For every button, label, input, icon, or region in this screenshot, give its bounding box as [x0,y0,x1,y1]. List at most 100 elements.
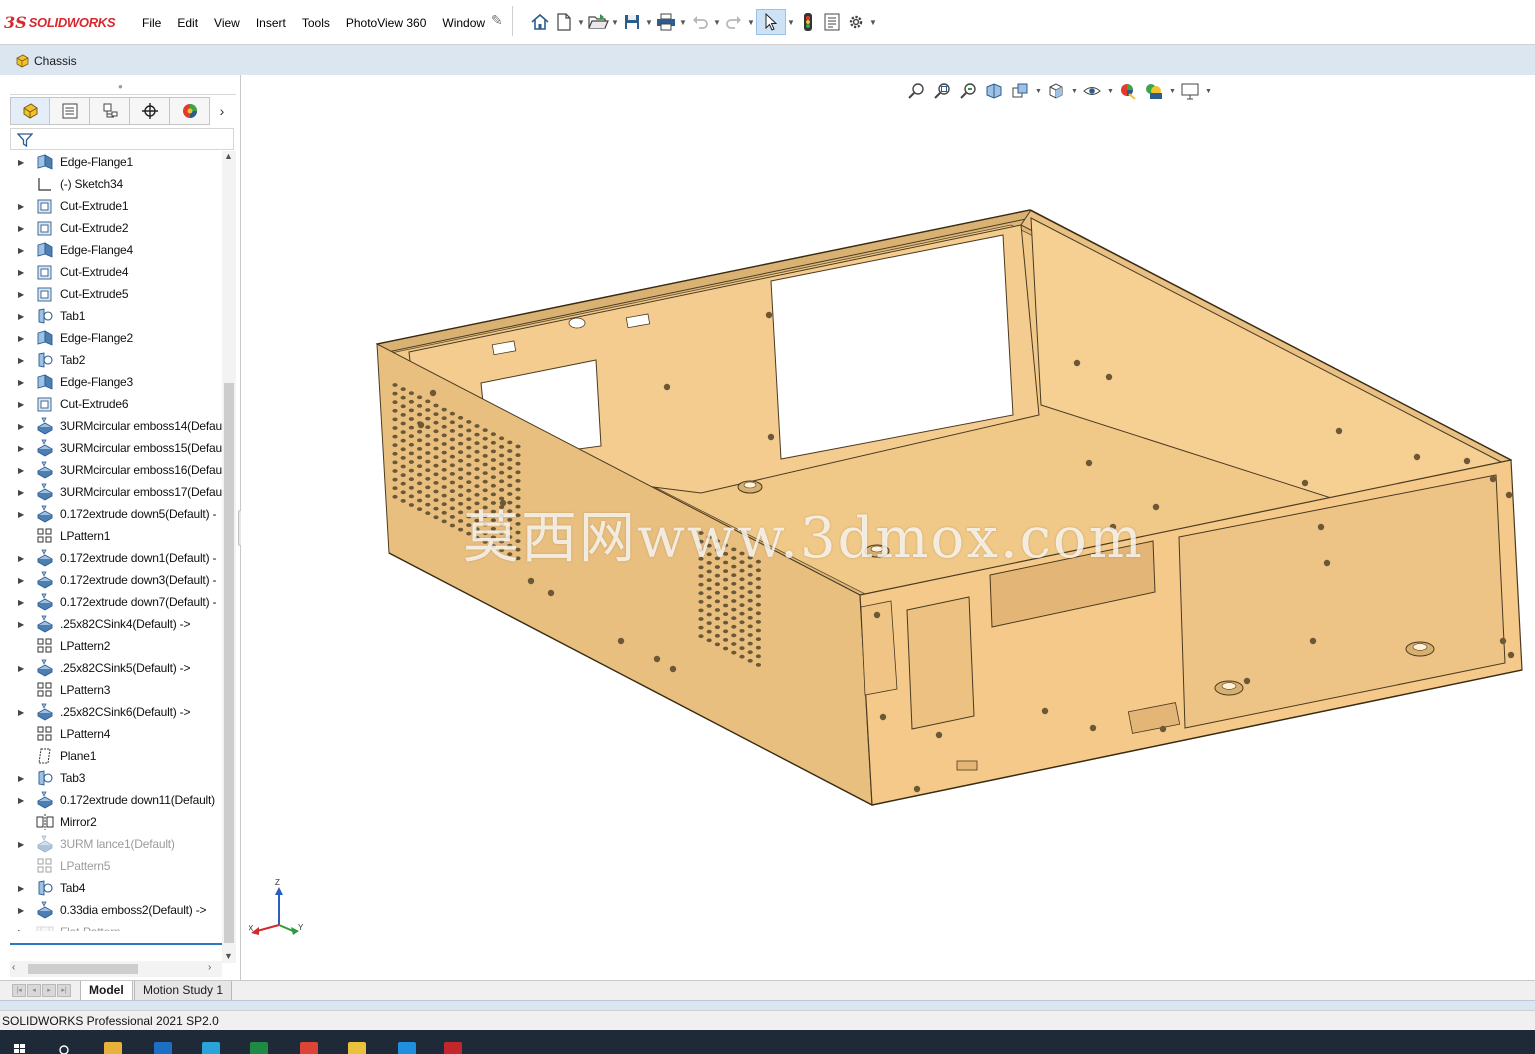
expand-arrow-icon[interactable]: ▶ [18,664,26,673]
tab-display-manager[interactable] [170,97,210,125]
feature-tree-item[interactable]: ▶ Edge-Flange1 [10,151,222,173]
feature-tree-item[interactable]: ▶ 3URMcircular emboss17(Defau [10,481,222,503]
tab-next-icon[interactable]: ▸ [42,984,56,997]
tab-dimxpert-manager[interactable] [130,97,170,125]
feature-tree-item[interactable]: ▶ 0.172extrude down7(Default) - [10,591,222,613]
home-icon[interactable] [528,10,552,34]
print-icon[interactable] [654,10,678,34]
solidworks-logo[interactable]: 3S SOLIDWORKS [4,10,116,34]
tree-horizontal-scrollbar[interactable]: ‹ › [10,961,222,977]
feature-tree-item[interactable]: LPattern2 [10,635,222,657]
expand-arrow-icon[interactable]: ▶ [18,378,26,387]
vertical-scroll-thumb[interactable] [224,383,234,943]
expand-arrow-icon[interactable]: ▶ [18,466,26,475]
new-dropdown-icon[interactable]: ▼ [576,18,586,27]
excel-icon[interactable] [250,1042,268,1054]
horizontal-scroll-thumb[interactable] [28,964,138,974]
expand-arrow-icon[interactable]: ▶ [18,906,26,915]
feature-tree-item[interactable]: (-) Sketch34 [10,173,222,195]
rebuild-icon[interactable] [796,10,820,34]
menu-file[interactable]: File [134,14,169,32]
tab-model[interactable]: Model [80,981,133,1001]
print-dropdown-icon[interactable]: ▼ [678,18,688,27]
feature-tree-item[interactable]: ▶ 0.33dia emboss2(Default) -> [10,899,222,921]
menu-insert[interactable]: Insert [248,14,294,32]
menu-photoview[interactable]: PhotoView 360 [338,14,435,32]
menu-view[interactable]: View [206,14,248,32]
scroll-left-icon[interactable]: ‹ [12,962,15,973]
outlook-icon[interactable] [154,1042,172,1054]
feature-tree-item[interactable]: ▶ 0.172extrude down1(Default) - [10,547,222,569]
feature-tree-item[interactable]: ▶ 3URM lance1(Default) [10,833,222,855]
expand-arrow-icon[interactable]: ▶ [18,268,26,277]
feature-tree-item[interactable]: ▶ Edge-Flange3 [10,371,222,393]
edge-icon[interactable] [202,1042,220,1054]
feature-tree-item[interactable]: LPattern4 [10,723,222,745]
scroll-up-icon[interactable]: ▲ [224,151,233,161]
feature-tree-item[interactable]: ▶ Edge-Flange2 [10,327,222,349]
feature-tree-item[interactable]: ▶ .25x82CSink5(Default) -> [10,657,222,679]
options-dropdown-icon[interactable]: ▼ [868,18,878,27]
tab-prev-icon[interactable]: ◂ [27,984,41,997]
feature-tree-item[interactable]: ▶ 3URMcircular emboss14(Defau [10,415,222,437]
windows-start-icon[interactable] [14,1044,26,1054]
feature-tree-item[interactable]: ▶ 3URMcircular emboss15(Defau [10,437,222,459]
feature-tree-item[interactable]: ▶ Tab1 [10,305,222,327]
expand-arrow-icon[interactable]: ▶ [18,510,26,519]
feature-tree-item[interactable]: ▶ Tab2 [10,349,222,371]
feature-tree-item[interactable]: ▶ .25x82CSink4(Default) -> [10,613,222,635]
tree-vertical-scrollbar[interactable]: ▲ ▼ [222,151,236,963]
expand-arrow-icon[interactable]: ▶ [18,158,26,167]
filter-icon[interactable] [17,132,33,148]
feature-tree-item[interactable]: Mirror2 [10,811,222,833]
undo-icon[interactable] [688,10,712,34]
expand-arrow-icon[interactable]: ▶ [18,312,26,321]
skype-icon[interactable] [398,1042,416,1054]
expand-arrow-icon[interactable]: ▶ [18,246,26,255]
expand-arrow-icon[interactable]: ▶ [18,796,26,805]
menu-window[interactable]: Window [434,14,493,32]
feature-tree-item[interactable]: LPattern5 [10,855,222,877]
rollback-bar[interactable] [10,943,222,945]
feature-tree-item[interactable]: ▶ 0.172extrude down11(Default) [10,789,222,811]
feature-tree-item[interactable]: ▶ 3URMcircular emboss16(Defau [10,459,222,481]
expand-arrow-icon[interactable]: ▶ [18,576,26,585]
feature-tree-item[interactable]: ▶ Tab4 [10,877,222,899]
file-explorer-icon[interactable] [104,1042,122,1054]
tab-first-icon[interactable]: |◂ [12,984,26,997]
expand-arrow-icon[interactable]: ▶ [18,598,26,607]
expand-arrow-icon[interactable]: ▶ [18,202,26,211]
select-dropdown-icon[interactable]: ▼ [786,18,796,27]
expand-arrow-icon[interactable]: ▶ [18,928,26,932]
feature-tree-item[interactable]: ▶ Cut-Extrude1 [10,195,222,217]
pin-menu-icon[interactable]: ✎ [491,12,503,29]
tree-filter[interactable] [10,128,234,150]
options-gear-icon[interactable] [844,10,868,34]
expand-arrow-icon[interactable]: ▶ [18,422,26,431]
more-tabs-chevron-icon[interactable]: › [210,97,234,125]
tab-motion-study[interactable]: Motion Study 1 [134,981,233,1001]
redo-icon[interactable] [722,10,746,34]
scroll-down-icon[interactable]: ▼ [224,951,233,961]
file-properties-icon[interactable] [820,10,844,34]
feature-tree-item[interactable]: ▶ Tab3 [10,767,222,789]
feature-tree-item[interactable]: ▶ Cut-Extrude4 [10,261,222,283]
expand-arrow-icon[interactable]: ▶ [18,488,26,497]
expand-arrow-icon[interactable]: ▶ [18,840,26,849]
expand-arrow-icon[interactable]: ▶ [18,290,26,299]
app-icon[interactable] [348,1042,366,1054]
feature-tree-item[interactable]: LPattern3 [10,679,222,701]
feature-tree-item[interactable]: ▶ Cut-Extrude6 [10,393,222,415]
feature-tree-item[interactable]: ▶ .25x82CSink6(Default) -> [10,701,222,723]
feature-tree-item[interactable]: ▶ Flat-Pattern [10,921,222,931]
save-dropdown-icon[interactable]: ▼ [644,18,654,27]
search-icon[interactable] [58,1044,70,1054]
select-icon[interactable] [756,9,786,35]
save-icon[interactable] [620,10,644,34]
open-icon[interactable] [586,10,610,34]
panel-grip-icon[interactable]: ● [118,82,126,91]
redo-dropdown-icon[interactable]: ▼ [746,18,756,27]
undo-dropdown-icon[interactable]: ▼ [712,18,722,27]
feature-tree-item[interactable]: ▶ Cut-Extrude2 [10,217,222,239]
open-dropdown-icon[interactable]: ▼ [610,18,620,27]
